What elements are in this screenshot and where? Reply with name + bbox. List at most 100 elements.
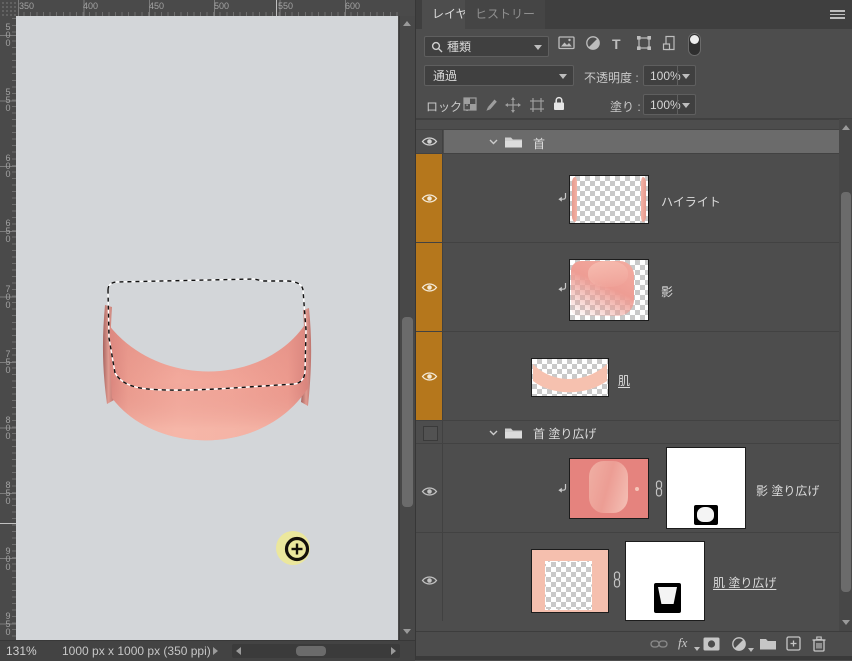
layer-row-group-kubi-nurihiroge[interactable]: 首 塗り広げ (416, 420, 839, 443)
new-group-button[interactable] (759, 636, 777, 653)
lock-pixels-brush-icon[interactable] (484, 97, 502, 115)
new-adjustment-layer-button[interactable] (731, 636, 749, 653)
scroll-down-icon[interactable] (842, 620, 850, 625)
zoom-level[interactable]: 131% (6, 644, 37, 658)
layer-list-scroll-thumb[interactable] (841, 192, 851, 592)
layer-name[interactable]: 肌 塗り広げ (713, 574, 776, 591)
link-layers-button[interactable] (650, 636, 668, 653)
filter-type-layers-icon[interactable]: T (612, 36, 630, 54)
filter-smart-object-icon[interactable] (662, 35, 680, 53)
document-info[interactable]: 1000 px x 1000 px (350 ppi) (62, 644, 211, 658)
filter-adjustment-layers-icon[interactable] (585, 35, 603, 53)
blend-row: 通過 不透明度 : 100% (416, 61, 852, 90)
ruler-label: 850 (2, 480, 13, 504)
layer-name[interactable]: 首 (533, 135, 545, 152)
canvas-hscroll-thumb[interactable] (296, 646, 326, 656)
eye-icon[interactable] (421, 486, 438, 497)
layer-mask-thumbnail[interactable] (666, 447, 746, 529)
ruler-label: 500 (2, 22, 13, 46)
ruler-label: 400 (83, 1, 98, 11)
lock-all-icon[interactable] (552, 96, 570, 114)
vertical-ruler[interactable]: 500 550 600 650 700 750 800 850 900 950 (0, 16, 17, 640)
visibility-cell[interactable] (416, 533, 443, 621)
blend-mode-select[interactable]: 通過 (424, 65, 574, 86)
layer-thumbnail[interactable] (531, 549, 609, 613)
layer-style-fx-button[interactable]: fx (678, 634, 696, 651)
layer-name[interactable]: 影 塗り広げ (756, 482, 819, 499)
layer-mask-thumbnail[interactable] (625, 541, 705, 621)
zoom-cursor-icon (276, 531, 310, 565)
mask-link-icon[interactable] (654, 480, 664, 497)
layer-thumbnail[interactable] (569, 259, 649, 321)
layers-bottom-bar: fx (416, 631, 852, 657)
ruler-origin-corner[interactable] (0, 0, 17, 17)
layer-row-group-kubi[interactable]: 首 (416, 129, 839, 153)
search-icon (431, 41, 443, 53)
visibility-cell[interactable] (416, 332, 443, 420)
horizontal-ruler[interactable]: 350 400 450 500 550 600 (16, 0, 398, 17)
filter-kind-select[interactable]: 種類 (424, 36, 549, 57)
layer-thumbnail[interactable] (569, 458, 649, 519)
filter-toggle-switch[interactable] (688, 33, 701, 56)
scroll-down-icon[interactable] (403, 629, 411, 634)
scroll-up-icon[interactable] (842, 125, 850, 130)
fill-label: 塗り : (610, 98, 641, 115)
visibility-cell[interactable] (416, 243, 443, 331)
chevron-down-icon (534, 45, 542, 50)
layer-row-shadow-nurihiroge[interactable]: 影 塗り広げ (416, 443, 839, 532)
ruler-label: 500 (214, 1, 229, 11)
visibility-cell[interactable] (416, 421, 443, 443)
fx-label: fx (678, 635, 687, 650)
cursor-position-marker (0, 523, 16, 524)
scroll-right-icon[interactable] (391, 647, 396, 655)
opacity-dropdown[interactable] (677, 66, 695, 85)
lock-transparency-icon[interactable] (463, 97, 481, 115)
visibility-off-box[interactable] (423, 426, 438, 441)
tab-history[interactable]: ヒストリー (465, 0, 545, 29)
visibility-cell[interactable] (416, 154, 443, 242)
layer-row-skin[interactable]: 肌 (416, 331, 839, 420)
chevron-down-icon[interactable] (489, 430, 498, 436)
filter-pixel-layers-icon[interactable] (558, 35, 576, 53)
layer-name[interactable]: 肌 (618, 372, 630, 389)
layer-list: 首 ハイライト (416, 119, 852, 632)
layer-name[interactable]: 首 塗り広げ (533, 425, 596, 442)
add-layer-mask-button[interactable] (703, 636, 721, 653)
ruler-label: 900 (2, 546, 13, 570)
clipping-mask-arrow-icon (557, 282, 569, 294)
mask-link-icon[interactable] (612, 571, 622, 588)
eye-icon[interactable] (421, 575, 438, 586)
layer-row-highlight[interactable]: ハイライト (416, 153, 839, 242)
layer-name[interactable]: ハイライト (661, 193, 721, 210)
layer-list-scrollbar[interactable] (839, 119, 852, 631)
filter-shape-layers-icon[interactable] (636, 35, 654, 53)
scroll-up-icon[interactable] (403, 21, 411, 26)
fill-dropdown[interactable] (677, 95, 695, 114)
type-letter: T (612, 36, 621, 52)
canvas-vscroll-thumb[interactable] (402, 317, 413, 507)
document-canvas[interactable] (16, 16, 398, 640)
chevron-down-icon[interactable] (489, 139, 498, 145)
delete-layer-button[interactable] (812, 636, 830, 653)
lock-position-move-icon[interactable] (505, 97, 523, 115)
canvas-vertical-scrollbar[interactable] (399, 16, 415, 640)
panel-menu-icon[interactable] (830, 10, 845, 19)
layer-name[interactable]: 影 (661, 283, 673, 300)
fill-input[interactable]: 100% (643, 94, 696, 115)
filter-row: 種類 T (416, 29, 852, 61)
layer-row-shadow[interactable]: 影 (416, 242, 839, 331)
visibility-cell[interactable] (416, 444, 443, 532)
layer-thumbnail[interactable] (569, 175, 649, 224)
eye-icon[interactable] (421, 371, 438, 382)
eye-icon[interactable] (421, 193, 438, 204)
opacity-input[interactable]: 100% (643, 65, 696, 86)
scroll-left-icon[interactable] (236, 647, 241, 655)
canvas-horizontal-scrollbar[interactable] (232, 644, 400, 658)
lock-artboard-icon[interactable] (529, 97, 547, 115)
eye-icon[interactable] (421, 136, 438, 147)
layer-thumbnail[interactable] (531, 358, 609, 397)
layer-row-skin-nurihiroge[interactable]: 肌 塗り広げ (416, 532, 839, 621)
visibility-cell[interactable] (416, 130, 443, 153)
new-layer-button[interactable] (786, 636, 804, 653)
eye-icon[interactable] (421, 282, 438, 293)
